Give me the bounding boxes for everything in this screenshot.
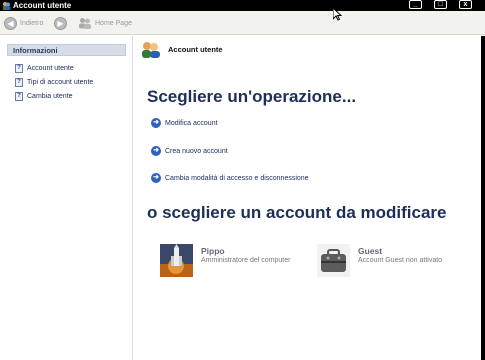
task-crea-account[interactable]: ➜ Crea nuovo account: [151, 146, 228, 156]
account-name: Pippo: [201, 246, 225, 256]
help-icon: ?: [15, 63, 23, 73]
sidebar-item-label: Tipi di account utente: [27, 78, 94, 86]
users-icon: [142, 42, 160, 58]
window: Account utente _ □ x ◀ Indietro ▶ Home P…: [0, 0, 485, 360]
page-title: Account utente: [168, 45, 223, 54]
forward-button[interactable]: ▶: [54, 16, 70, 30]
help-icon: ?: [15, 91, 23, 101]
task-label: Modifica account: [165, 119, 218, 127]
home-page-button[interactable]: Home Page: [78, 16, 132, 30]
users-icon: [3, 2, 11, 10]
title-bar: Account utente _ □ x: [0, 0, 485, 11]
main-content: Account utente Scegliere un'operazione..…: [133, 36, 485, 360]
account-description: Account Guest non attivato: [358, 257, 443, 264]
account-description: Amministratore del computer: [201, 257, 291, 264]
task-cambia-modalita[interactable]: ➜ Cambia modalità di accesso e disconnes…: [151, 173, 309, 183]
toolbar: ◀ Indietro ▶ Home Page: [0, 11, 485, 35]
account-guest[interactable]: Guest Account Guest non attivato: [317, 244, 442, 277]
mouse-cursor-icon: [333, 8, 342, 21]
minimize-button[interactable]: _: [409, 0, 422, 9]
info-panel: Informazioni ? Account utente ? Tipi di …: [7, 44, 126, 103]
back-arrow-icon: ◀: [4, 16, 17, 30]
right-edge-bar: [481, 36, 485, 360]
tasks-heading: Scegliere un'operazione...: [147, 87, 357, 106]
window-title: Account utente: [13, 1, 72, 10]
forward-arrow-icon: ▶: [54, 16, 67, 30]
sidebar-item-label: Cambia utente: [27, 92, 73, 100]
info-panel-header: Informazioni: [7, 44, 126, 56]
task-label: Crea nuovo account: [165, 147, 228, 155]
task-arrow-icon: ➜: [151, 118, 161, 128]
back-button[interactable]: ◀ Indietro: [4, 16, 43, 30]
maximize-button[interactable]: □: [434, 0, 447, 9]
task-label: Cambia modalità di accesso e disconnessi…: [165, 174, 309, 182]
sidebar: Informazioni ? Account utente ? Tipi di …: [0, 36, 133, 360]
close-button[interactable]: x: [459, 0, 472, 9]
task-arrow-icon: ➜: [151, 146, 161, 156]
home-users-icon: [79, 18, 91, 29]
task-modifica-account[interactable]: ➜ Modifica account: [151, 118, 218, 128]
sidebar-item-tipi-account[interactable]: ? Tipi di account utente: [15, 75, 126, 89]
home-page-label: Home Page: [95, 19, 132, 27]
back-label: Indietro: [20, 19, 44, 27]
account-name: Guest: [358, 246, 383, 256]
sidebar-item-cambia-utente[interactable]: ? Cambia utente: [15, 89, 126, 103]
sidebar-item-label: Account utente: [27, 64, 74, 72]
task-arrow-icon: ➜: [151, 173, 161, 183]
rocket-launch-picture: [160, 244, 193, 277]
suitcase-picture: [317, 244, 350, 277]
sidebar-item-account-utente[interactable]: ? Account utente: [15, 61, 126, 75]
accounts-heading: o scegliere un account da modificare: [147, 203, 447, 222]
account-pippo[interactable]: Pippo Amministratore del computer: [160, 244, 290, 277]
page-header: Account utente: [141, 41, 223, 58]
help-icon: ?: [15, 77, 23, 87]
